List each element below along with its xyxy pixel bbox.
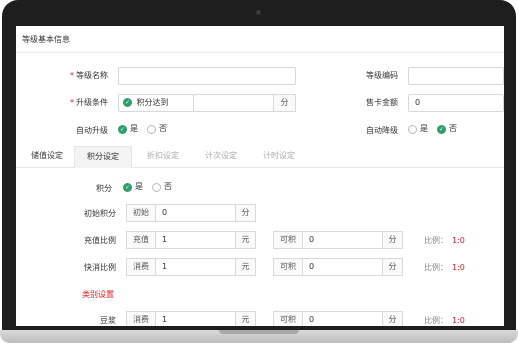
auto-upgrade-yes-radio[interactable]: ✓ 是: [118, 123, 138, 136]
check-icon: ✓: [123, 182, 132, 192]
upgrade-points-input[interactable]: [193, 94, 274, 112]
level-name-input[interactable]: [118, 67, 296, 85]
points-yes-radio[interactable]: ✓ 是: [123, 181, 143, 194]
initial-points-label: 初始积分: [84, 209, 116, 218]
consume-prefix: 消费: [126, 258, 156, 276]
section-divider: [16, 52, 504, 53]
app-screen: 等级基本信息 * 等级名称 等级编码 * 升级条件 ✓ 积分达到 分 售卡金额 0 …: [16, 26, 504, 326]
laptop-frame: 等级基本信息 * 等级名称 等级编码 * 升级条件 ✓ 积分达到 分 售卡金额 0 …: [0, 0, 518, 343]
category-earn-prefix: 可积: [273, 311, 303, 326]
recharge-unit: 元: [235, 231, 256, 249]
level-name-label: * 等级名称: [70, 71, 108, 80]
consume-earn-unit: 分: [382, 258, 403, 276]
auto-downgrade-label: 自动降级: [366, 126, 398, 135]
upgrade-condition-select[interactable]: ✓ 积分达到: [118, 94, 194, 112]
auto-downgrade-yes-radio[interactable]: 是: [408, 123, 428, 136]
category-earn-input[interactable]: 0: [302, 311, 383, 326]
points-label: 积分: [96, 184, 112, 193]
tab-timing[interactable]: 计时设定: [252, 146, 306, 168]
recharge-ratio-label: 充值比例: [84, 236, 116, 245]
quick-consume-ratio-label: 快消比例: [84, 263, 116, 272]
card-price-label: 售卡金额: [366, 98, 398, 107]
points-no-radio[interactable]: 否: [152, 181, 172, 194]
recharge-amount-input[interactable]: 1: [155, 231, 236, 249]
radio-empty-icon: [147, 124, 156, 134]
consume-earn-prefix: 可积: [273, 258, 303, 276]
laptop-notch: [219, 330, 299, 334]
tab-discount[interactable]: 折扣设定: [136, 146, 190, 168]
tab-points[interactable]: 积分设定: [74, 146, 132, 168]
auto-upgrade-no-radio[interactable]: 否: [147, 123, 167, 136]
category-amount-input[interactable]: 1: [155, 311, 236, 326]
section-title: 等级基本信息: [22, 35, 70, 44]
level-code-input[interactable]: [408, 67, 504, 85]
card-price-input[interactable]: 0: [408, 94, 504, 112]
check-icon: ✓: [123, 98, 132, 107]
recharge-ratio-display: 比例： 1:0: [424, 236, 465, 245]
initial-points-input[interactable]: 0: [155, 204, 236, 222]
consume-amount-input[interactable]: 1: [155, 258, 236, 276]
consume-unit: 元: [235, 258, 256, 276]
radio-empty-icon: [152, 182, 161, 192]
recharge-earn-unit: 分: [382, 231, 403, 249]
consume-ratio-display: 比例： 1:0: [424, 263, 465, 272]
tab-stored-value[interactable]: 储值设定: [22, 146, 72, 168]
auto-downgrade-no-radio[interactable]: ✓ 否: [437, 123, 457, 136]
consume-earn-input[interactable]: 0: [302, 258, 383, 276]
upgrade-unit-addon: 分: [273, 94, 296, 112]
recharge-earn-input[interactable]: 0: [302, 231, 383, 249]
category-prefix: 消费: [126, 311, 156, 326]
category-ratio-display: 比例： 1:0: [424, 316, 465, 325]
recharge-prefix: 充值: [126, 231, 156, 249]
camera-icon: [256, 10, 261, 15]
initial-unit: 分: [235, 204, 256, 222]
radio-empty-icon: [408, 124, 417, 134]
category-settings-title: 类别设置: [82, 290, 114, 299]
level-code-label: 等级编码: [366, 71, 398, 80]
initial-prefix: 初始: [126, 204, 156, 222]
check-icon: ✓: [118, 124, 127, 134]
settings-tabs: 储值设定 积分设定 折扣设定 计次设定 计时设定: [16, 146, 504, 168]
category-earn-unit: 分: [382, 311, 403, 326]
recharge-earn-prefix: 可积: [273, 231, 303, 249]
category-unit: 元: [235, 311, 256, 326]
check-icon: ✓: [437, 124, 446, 134]
category-row-label: 豆浆: [100, 316, 116, 325]
tab-count[interactable]: 计次设定: [194, 146, 248, 168]
auto-upgrade-label: 自动升级: [76, 126, 108, 135]
upgrade-condition-label: * 升级条件: [70, 98, 108, 107]
